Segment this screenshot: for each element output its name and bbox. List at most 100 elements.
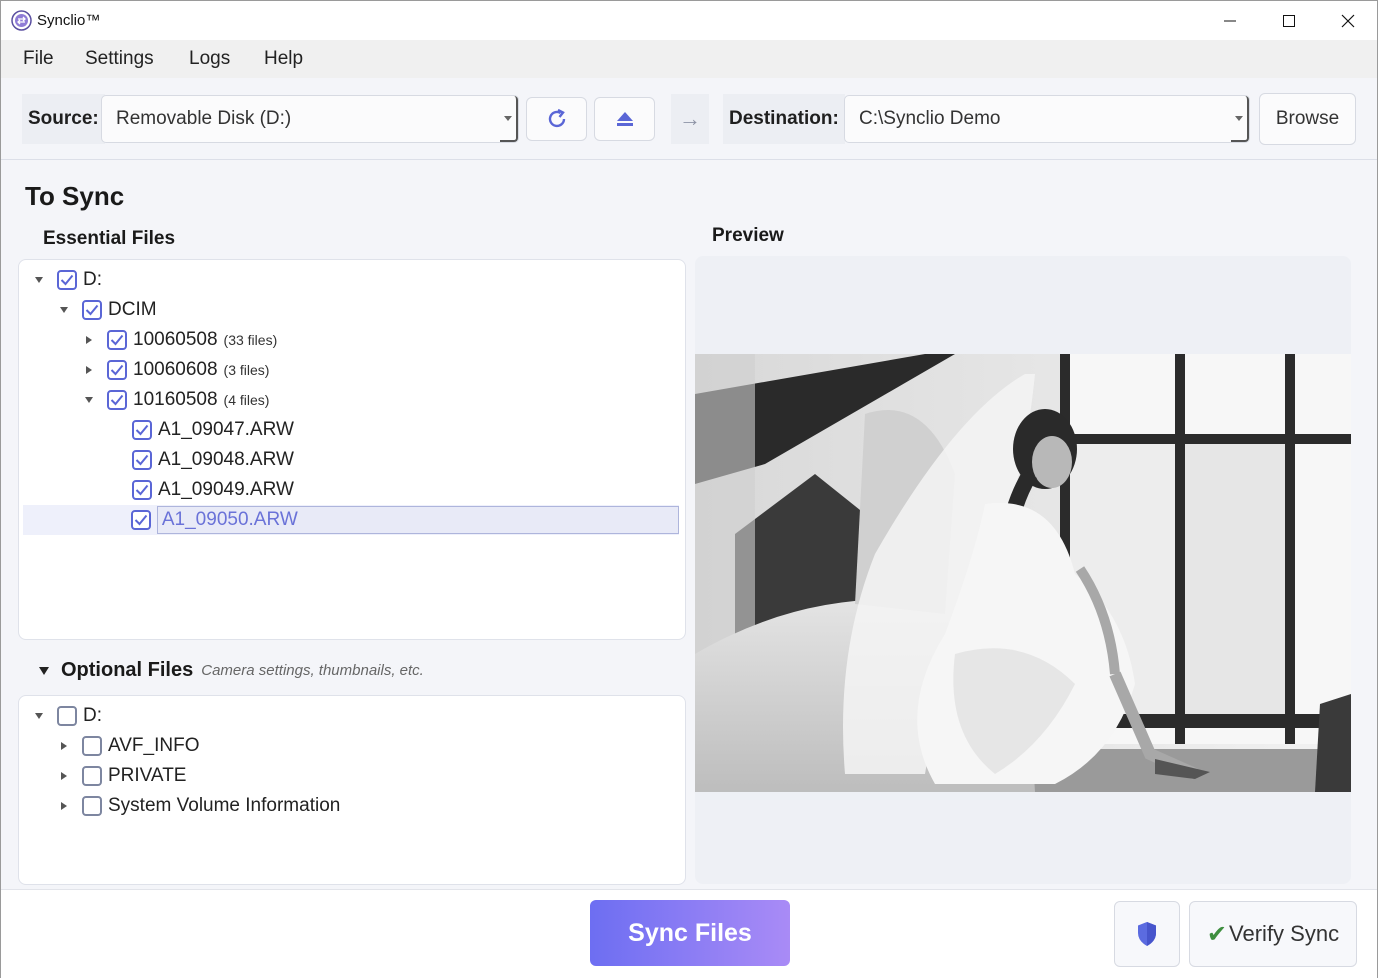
footer: Sync Files ✔ Verify Sync [1,889,1377,978]
menu-logs[interactable]: Logs [189,48,230,70]
menu-bar: File Settings Logs Help [1,40,1377,78]
checkmark-icon [60,274,74,286]
expand-arrow-down-icon[interactable] [31,277,47,283]
tree-row[interactable]: A1_09047.ARW [106,415,294,445]
source-select-value: Removable Disk (D:) [116,108,292,129]
verify-sync-button[interactable]: ✔ Verify Sync [1189,901,1357,967]
tree-checkbox[interactable] [107,390,127,410]
tree-row-label: A1_09050.ARW [156,506,679,534]
tree-checkbox[interactable] [132,450,152,470]
shield-icon [1138,922,1156,946]
expand-arrow-right-icon[interactable] [81,336,97,344]
tree-row[interactable]: DCIM [56,295,157,325]
tree-row[interactable]: 10160508 (4 files) [81,385,269,415]
expand-arrow-down-icon[interactable] [81,397,97,403]
tree-row-label: System Volume Information [108,795,341,816]
tree-row-label: 10060508 [133,329,218,350]
preview-title: Preview [712,225,784,246]
destination-select-value: C:\Synclio Demo [859,108,1001,129]
refresh-icon [548,108,565,128]
checkmark-icon [135,424,149,436]
tree-row[interactable]: 10060608 (3 files) [81,355,269,385]
source-select[interactable]: Removable Disk (D:) [101,95,519,143]
tree-row-label: A1_09047.ARW [158,419,294,440]
tree-row-label: AVF_INFO [108,735,200,756]
optional-files-tree: D: AVF_INFO PRIVATE System Volume Informati… [18,695,686,885]
title-bar: Synclio™ [1,1,1377,40]
tree-row[interactable]: D: [31,701,102,731]
tree-row-label: 10060608 [133,359,218,380]
menu-help[interactable]: Help [264,48,303,70]
tree-checkbox[interactable] [132,420,152,440]
minimize-icon [1224,20,1236,21]
tree-row-label: A1_09048.ARW [158,449,294,470]
eject-button[interactable] [594,97,655,141]
tree-row[interactable]: A1_09049.ARW [106,475,294,505]
chevron-down-icon [1231,96,1249,142]
tree-checkbox[interactable] [57,270,77,290]
collapse-triangle-icon [39,666,49,675]
optional-files-title: Optional Files [61,659,194,681]
shield-button[interactable] [1114,901,1180,967]
essential-files-title: Essential Files [43,228,176,249]
tree-row[interactable]: PRIVATE [56,761,186,791]
tree-checkbox[interactable] [107,330,127,350]
checkmark-icon [134,514,148,526]
expand-arrow-down-icon[interactable] [56,307,72,313]
checkmark-icon [110,334,124,346]
browse-button[interactable]: Browse [1259,93,1356,145]
sync-files-button[interactable]: Sync Files [590,900,790,966]
tree-row[interactable]: A1_09048.ARW [106,445,294,475]
essential-files-tree: D: DCIM 10060508 (33 files) 10060608 (3 files… [18,259,686,640]
tree-row-label: A1_09049.ARW [158,479,294,500]
expand-arrow-right-icon[interactable] [81,366,97,374]
checkmark-icon [110,394,124,406]
tree-checkbox[interactable] [57,706,77,726]
arrow-icon: → [671,94,709,144]
tree-checkbox[interactable] [82,736,102,756]
tree-checkbox[interactable] [130,510,151,530]
refresh-button[interactable] [526,97,587,141]
expand-arrow-right-icon[interactable] [56,802,72,810]
app-window: Synclio™ File Settings Logs Help Source:… [0,0,1378,978]
eject-icon [616,112,633,126]
checkmark-icon [135,454,149,466]
tree-row[interactable]: AVF_INFO [56,731,200,761]
tree-checkbox[interactable] [132,480,152,500]
checkmark-icon [110,364,124,376]
tree-row-label: D: [83,269,102,290]
tree-checkbox[interactable] [107,360,127,380]
destination-label: Destination: [723,94,845,144]
expand-arrow-down-icon[interactable] [31,713,47,719]
tree-row[interactable]: D: [31,265,102,295]
destination-select[interactable]: C:\Synclio Demo [844,95,1250,143]
tree-row[interactable]: 10060508 (33 files) [81,325,277,355]
optional-files-header[interactable]: Optional Files Camera settings, thumbnai… [39,659,424,682]
checkmark-icon: ✔ [1206,920,1228,948]
preview-panel [695,256,1351,884]
tree-checkbox[interactable] [82,796,102,816]
verify-sync-label: Verify Sync [1229,921,1340,946]
tree-row-label: DCIM [108,299,157,320]
tree-row-label: PRIVATE [108,765,187,786]
checkmark-icon [135,484,149,496]
expand-arrow-right-icon[interactable] [56,742,72,750]
window-title: Synclio™ [37,12,101,29]
minimize-button[interactable] [1201,1,1259,40]
menu-settings[interactable]: Settings [85,48,154,70]
maximize-button[interactable] [1260,1,1318,40]
checkmark-icon [85,304,99,316]
tree-row[interactable]: A1_09050.ARW [23,505,679,535]
maximize-icon [1283,14,1295,27]
close-button[interactable] [1319,1,1377,40]
source-label: Source: [22,94,105,144]
tree-row-label: 10160508 [133,389,218,410]
menu-file[interactable]: File [23,48,54,70]
expand-arrow-right-icon[interactable] [56,772,72,780]
tree-checkbox[interactable] [82,766,102,786]
tree-checkbox[interactable] [82,300,102,320]
optional-files-hint: Camera settings, thumbnails, etc. [201,662,424,679]
tree-row[interactable]: System Volume Information [56,791,340,821]
tree-row-file-count: (4 files) [223,392,270,408]
synclio-logo-icon [11,10,32,31]
